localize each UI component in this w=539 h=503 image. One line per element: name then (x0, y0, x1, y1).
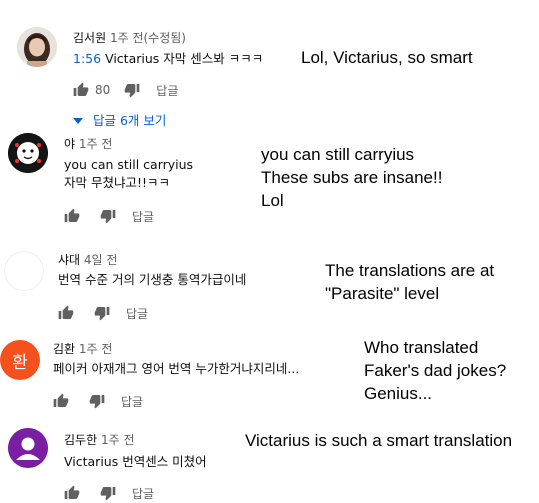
comment-meta: 야 1주 전 (64, 135, 112, 152)
thumb-down-icon[interactable] (100, 485, 116, 501)
thumb-up-icon[interactable] (53, 393, 69, 409)
author-name[interactable]: 야 (64, 137, 75, 151)
translation-note: Lol, Victarius, so smart (301, 48, 473, 67)
view-replies-button[interactable]: 답글 6개 보기 (73, 110, 166, 129)
comment-time[interactable]: 1주 전 (101, 433, 135, 447)
person-icon (8, 428, 48, 468)
avatar[interactable] (4, 251, 44, 291)
avatar-letter: 환 (12, 352, 28, 373)
comment-meta: 김두한 1주 전 (64, 431, 134, 448)
timestamp-link[interactable]: 1:56 (73, 51, 101, 66)
comment-text-line-1: you can still carryius (64, 157, 194, 172)
thumb-up-icon[interactable] (58, 305, 74, 321)
comment-text-body: Victarius 자막 센스봐 ㅋㅋㅋ (105, 51, 264, 66)
person-icon (4, 251, 44, 291)
avatar[interactable]: 환 (0, 340, 40, 380)
avatar[interactable] (8, 428, 48, 468)
thumb-down-icon[interactable] (124, 82, 140, 98)
translation-note-line-2: These subs are insane!! (261, 168, 443, 187)
comment-actions: 80 답글 (73, 80, 178, 100)
thumb-up-icon[interactable] (64, 485, 80, 501)
translation-note-line-1: Who translated (364, 338, 479, 357)
thumb-down-icon[interactable] (89, 393, 105, 409)
author-name[interactable]: 김서원 (73, 31, 106, 45)
reply-button[interactable]: 답글 (132, 485, 154, 502)
comment-time[interactable]: 1주 전 (79, 342, 113, 356)
translation-note-line-3: Genius... (364, 384, 433, 403)
view-replies-label: 답글 6개 보기 (93, 113, 167, 128)
comment-time[interactable]: 1주 전(수정됨) (110, 31, 186, 45)
comment-actions: 답글 (58, 303, 148, 323)
translation-note-line-1: The translations are at (325, 261, 495, 280)
comment-actions: 답글 (64, 206, 154, 226)
author-name[interactable]: 샤대 (58, 253, 80, 267)
translation-note-line-2: Faker's dad jokes? (364, 361, 507, 380)
comment-time[interactable]: 1주 전 (79, 137, 113, 151)
comment-text-line-2: 자막 무쳤냐고!!ㅋㅋ (64, 175, 170, 190)
avatar-character-icon (8, 133, 48, 173)
author-name[interactable]: 김두한 (64, 433, 97, 447)
comment-actions: 답글 (64, 483, 154, 503)
reply-button[interactable]: 답글 (156, 82, 178, 99)
translation-note-line-3: Lol (261, 191, 284, 210)
thumb-down-icon[interactable] (100, 208, 116, 224)
comment-text: 번역 수준 거의 기생충 통역가급이네 (58, 272, 247, 287)
author-name[interactable]: 김환 (53, 342, 75, 356)
thumb-down-icon[interactable] (94, 305, 110, 321)
comment-meta: 김서원 1주 전(수정됨) (73, 29, 186, 46)
avatar[interactable] (17, 27, 57, 67)
reply-button[interactable]: 답글 (121, 393, 143, 410)
comment-actions: 답글 (53, 391, 143, 411)
comment-meta: 샤대 4일 전 (58, 251, 117, 268)
comment-text: 1:56 Victarius 자막 센스봐 ㅋㅋㅋ (73, 50, 263, 67)
translation-note: Victarius is such a smart translation (245, 431, 513, 450)
like-count: 80 (95, 83, 111, 97)
chevron-down-icon (73, 112, 83, 127)
comment-text: Victarius 번역센스 미쳤어 (64, 454, 207, 469)
translation-note-line-2: "Parasite" level (325, 284, 440, 303)
comment-time[interactable]: 4일 전 (84, 253, 118, 267)
reply-button[interactable]: 답글 (126, 305, 148, 322)
comment-meta: 김환 1주 전 (53, 340, 112, 357)
comment-text: 페이커 아재개그 영어 번역 누가한거냐지리네... (53, 361, 300, 376)
translation-note-line-1: you can still carryius (261, 145, 415, 164)
avatar[interactable] (8, 133, 48, 173)
reply-button[interactable]: 답글 (132, 208, 154, 225)
thumb-up-icon[interactable] (64, 208, 80, 224)
avatar-photo (17, 27, 57, 67)
thumb-up-icon[interactable] (73, 82, 89, 98)
